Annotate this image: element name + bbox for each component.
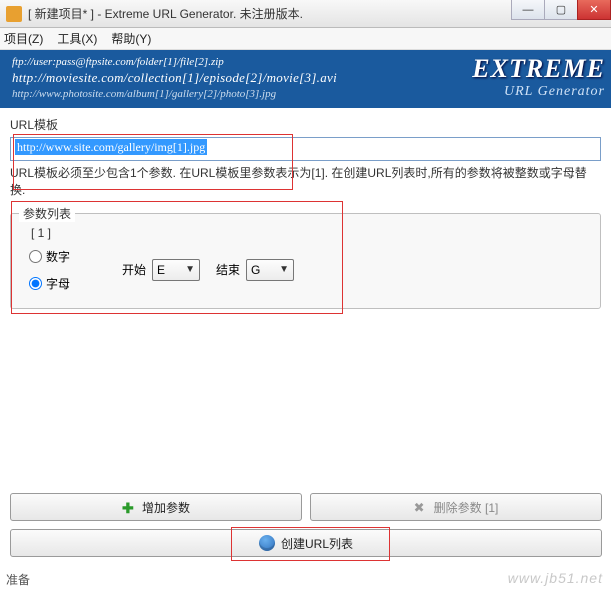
chevron-down-icon: ▼ [185, 264, 195, 275]
status-bar: 准备 [6, 571, 30, 588]
radio-number-label: 数字 [46, 248, 70, 265]
window-title: [ 新建项目* ] - Extreme URL Generator. 未注册版本… [28, 5, 303, 22]
radio-number-input[interactable] [29, 250, 42, 263]
maximize-button[interactable]: ▢ [544, 0, 578, 20]
radio-letter-label: 字母 [46, 275, 70, 292]
watermark: www.jb51.net [508, 570, 603, 586]
add-param-label: 增加参数 [142, 499, 190, 516]
end-combo[interactable]: G ▼ [246, 259, 294, 281]
plus-icon: ✚ [122, 500, 136, 514]
banner: ftp://user:pass@ftpsite.com/folder[1]/fi… [0, 50, 611, 108]
app-icon [6, 6, 22, 22]
param-index: [ 1 ] [31, 226, 588, 240]
radio-letter-input[interactable] [29, 277, 42, 290]
delete-icon: ✖ [414, 500, 428, 514]
start-label: 开始 [122, 261, 146, 278]
add-param-button[interactable]: ✚ 增加参数 [10, 493, 302, 521]
end-label: 结束 [216, 261, 240, 278]
radio-number[interactable]: 数字 [29, 248, 70, 265]
content-area: URL模板 http://www.site.com/gallery/img[1]… [0, 108, 611, 309]
menu-help[interactable]: 帮助(Y) [111, 30, 151, 47]
start-value: E [157, 263, 165, 277]
brand-name: EXTREME [472, 54, 605, 84]
brand-logo: EXTREME URL Generator [472, 54, 605, 100]
radio-letter[interactable]: 字母 [29, 275, 70, 292]
start-combo[interactable]: E ▼ [152, 259, 200, 281]
params-legend: 参数列表 [19, 205, 75, 222]
url-template-input[interactable]: http://www.site.com/gallery/img[1].jpg [10, 137, 601, 161]
url-template-value: http://www.site.com/gallery/img[1].jpg [15, 139, 207, 155]
database-icon [259, 535, 275, 551]
create-label: 创建URL列表 [281, 535, 353, 552]
param-buttons-row: ✚ 增加参数 ✖ 删除参数 [1] [10, 493, 602, 521]
delete-param-label: 删除参数 [1] [434, 499, 499, 516]
url-template-hint: URL模板必须至少包含1个参数. 在URL模板里参数表示为[1]. 在创建URL… [10, 165, 601, 199]
end-value: G [251, 263, 260, 277]
chevron-down-icon: ▼ [279, 264, 289, 275]
params-group: 参数列表 [ 1 ] 数字 字母 开始 E ▼ 结束 [10, 213, 601, 309]
close-button[interactable]: ✕ [577, 0, 611, 20]
minimize-button[interactable]: — [511, 0, 545, 20]
brand-subtitle: URL Generator [472, 84, 605, 100]
menu-bar: 项目(Z) 工具(X) 帮助(Y) [0, 28, 611, 50]
create-url-list-button[interactable]: 创建URL列表 [10, 529, 602, 557]
title-bar: [ 新建项目* ] - Extreme URL Generator. 未注册版本… [0, 0, 611, 28]
menu-project[interactable]: 项目(Z) [4, 30, 43, 47]
window-buttons: — ▢ ✕ [512, 0, 611, 20]
create-button-row: 创建URL列表 [10, 529, 602, 557]
delete-param-button[interactable]: ✖ 删除参数 [1] [310, 493, 602, 521]
url-template-label: URL模板 [10, 116, 601, 133]
menu-tools[interactable]: 工具(X) [57, 30, 97, 47]
